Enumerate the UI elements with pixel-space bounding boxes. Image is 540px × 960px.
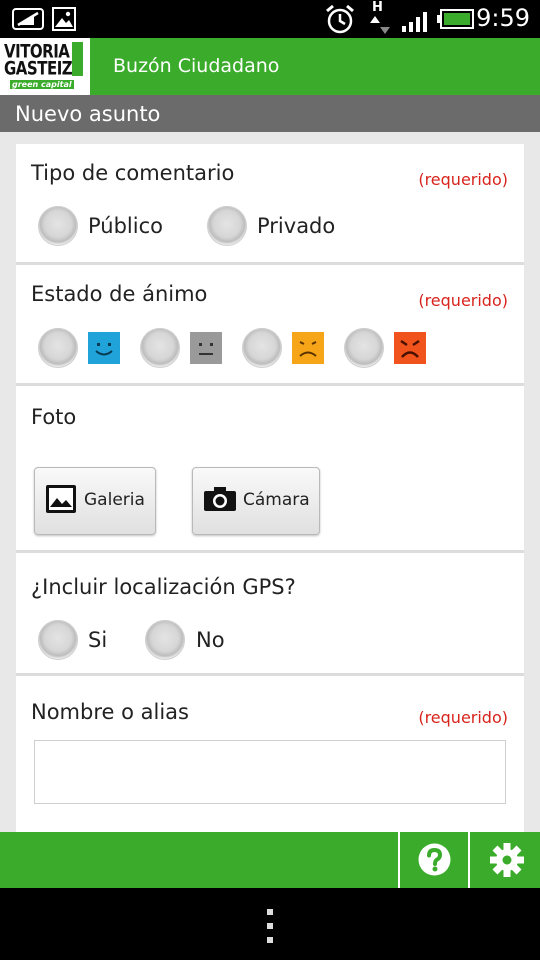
radio-gps-si-label[interactable]: Si (88, 628, 107, 652)
form-content[interactable]: Tipo de comentario (requerido) Público P… (0, 132, 540, 832)
camera-button-label: Cámara (243, 490, 310, 510)
angry-face-icon[interactable] (394, 332, 426, 364)
section-header: Nuevo asunto (0, 95, 540, 132)
help-icon (418, 843, 451, 876)
radio-mood-neutral[interactable] (140, 328, 180, 368)
camera-button[interactable]: Cámara (192, 467, 320, 535)
battery-icon (437, 9, 474, 29)
gallery-button[interactable]: Galeria (34, 467, 156, 535)
sad-face-icon[interactable] (292, 332, 324, 364)
required-label: (requerido) (418, 170, 508, 189)
comment-type-card: Tipo de comentario (requerido) Público P… (16, 144, 524, 265)
photo-card: Foto Galeria Cámara (16, 386, 524, 553)
menu-dots-icon[interactable] (258, 906, 282, 946)
radio-publico-label[interactable]: Público (88, 214, 163, 238)
signal-strength-icon (402, 12, 427, 32)
gear-icon (490, 843, 524, 877)
photo-label: Foto (31, 405, 77, 429)
required-label: (requerido) (418, 291, 508, 310)
radio-publico[interactable] (38, 206, 78, 246)
logo-text-line3: green capital (10, 80, 74, 89)
help-button[interactable] (400, 832, 468, 888)
logo-exclamation-bar (72, 42, 83, 76)
mood-label: Estado de ánimo (31, 282, 208, 306)
gps-card: ¿Incluir localización GPS? Si No (16, 553, 524, 676)
required-label: (requerido) (418, 708, 508, 727)
logo-text-line2: GASTEIZ (4, 56, 73, 80)
app-bar: VITORIA GASTEIZ green capital Buzón Ciud… (0, 38, 540, 95)
name-card: Nombre o alias (requerido) (16, 676, 524, 832)
radio-gps-no[interactable] (145, 620, 185, 660)
section-title: Nuevo asunto (15, 102, 161, 126)
happy-face-icon[interactable] (88, 332, 120, 364)
radio-mood-happy[interactable] (38, 328, 78, 368)
name-label: Nombre o alias (31, 700, 189, 724)
settings-button[interactable] (470, 832, 540, 888)
radio-mood-sad[interactable] (242, 328, 282, 368)
network-type-label: H (372, 0, 383, 15)
status-bar: H 9:59 (0, 0, 540, 38)
bottom-action-bar (0, 832, 540, 888)
gallery-button-label: Galeria (84, 490, 145, 510)
camera-icon (204, 487, 236, 511)
mood-card: Estado de ánimo (requerido) (16, 265, 524, 386)
clock: 9:59 (476, 4, 530, 32)
radio-gps-si[interactable] (38, 620, 78, 660)
vitoria-gasteiz-logo: VITORIA GASTEIZ green capital (0, 38, 90, 95)
radio-gps-no-label[interactable]: No (196, 628, 225, 652)
radio-privado[interactable] (207, 206, 247, 246)
gallery-icon (46, 485, 76, 513)
name-input[interactable] (34, 740, 506, 804)
app-title: Buzón Ciudadano (113, 55, 280, 77)
neutral-face-icon[interactable] (190, 332, 222, 364)
image-notification-icon (52, 7, 76, 31)
no-signal-notification-icon (12, 8, 44, 30)
gps-label: ¿Incluir localización GPS? (31, 575, 296, 599)
radio-privado-label[interactable]: Privado (257, 214, 335, 238)
comment-type-label: Tipo de comentario (31, 161, 235, 185)
radio-mood-angry[interactable] (344, 328, 384, 368)
alarm-icon (326, 4, 354, 34)
system-nav-bar (0, 888, 540, 960)
data-arrows-icon (370, 16, 390, 34)
